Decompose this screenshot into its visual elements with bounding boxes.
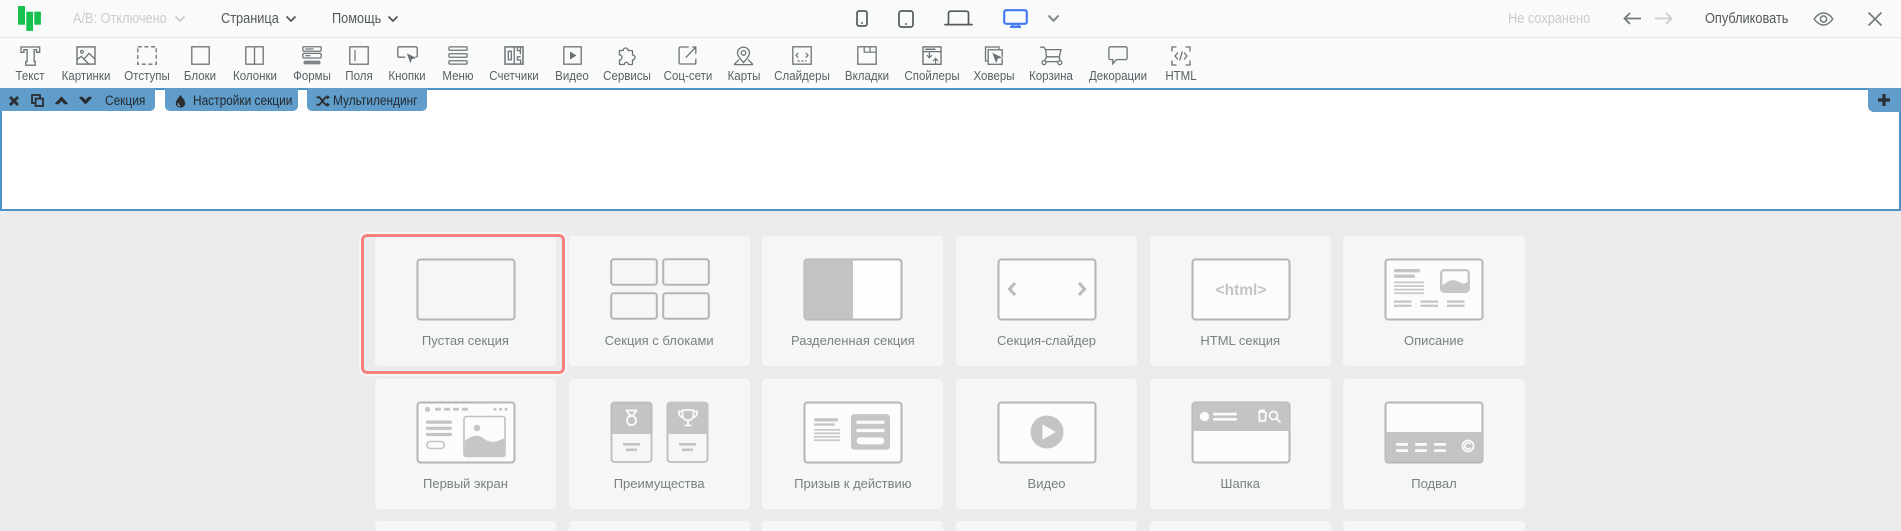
svg-text:<html>: <html> (1215, 282, 1266, 299)
